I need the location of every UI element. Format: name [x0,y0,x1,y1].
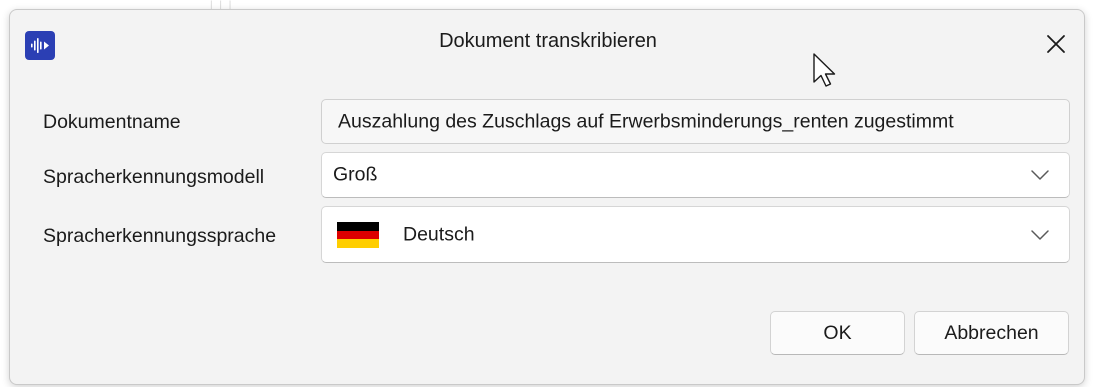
chevron-down-icon [1031,170,1049,180]
mouse-pointer-icon [813,53,836,87]
german-flag-icon [337,222,379,248]
dialog-title: Dokument transkribieren [439,30,657,52]
chevron-down-icon [1031,229,1049,240]
recognition-model-label: Spracherkennungsmodell [43,166,265,188]
document-name-field[interactable]: Auszahlung des Zuschlags auf Erwerbsmind… [321,99,1070,144]
close-button[interactable] [1036,24,1076,64]
document-name-label: Dokumentname [43,111,181,133]
recognition-language-label: Spracherkennungssprache [43,225,277,247]
recognition-language-dropdown[interactable]: Deutsch [321,206,1070,263]
recognition-model-value: Groß [333,163,378,186]
transcribe-document-dialog: Dokument transkribieren Dokumentname Aus… [9,9,1085,385]
recognition-model-dropdown[interactable]: Groß [321,152,1070,198]
document-name-value: Auszahlung des Zuschlags auf Erwerbsmind… [338,110,954,132]
recognition-language-value: Deutsch [403,223,475,245]
cancel-button[interactable]: Abbrechen [914,311,1069,355]
ok-button[interactable]: OK [770,311,905,355]
close-icon [1047,35,1065,53]
